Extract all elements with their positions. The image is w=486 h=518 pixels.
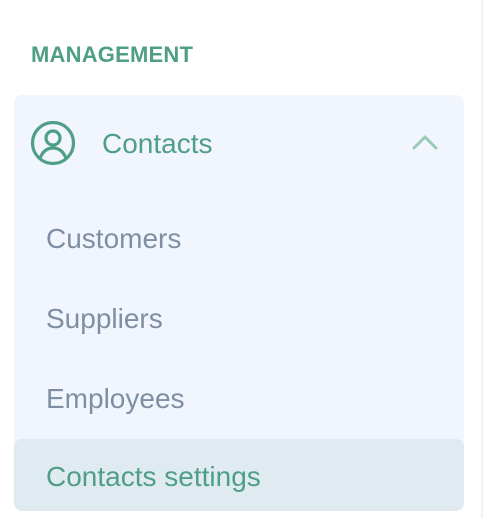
section-heading-management: MANAGEMENT: [31, 42, 194, 67]
sidebar-item-label: Customers: [46, 223, 182, 254]
sidebar-item-contacts-settings[interactable]: Contacts settings: [14, 439, 464, 511]
sidebar-item-employees[interactable]: Employees: [14, 361, 464, 433]
contacts-group-label: Contacts: [102, 128, 213, 159]
sidebar-right-border: [481, 0, 483, 518]
contacts-nav-group: Contacts Customers Suppliers Employees C…: [14, 95, 464, 511]
sidebar-item-label: Employees: [46, 383, 185, 414]
sidebar-item-label: Suppliers: [46, 303, 163, 334]
sidebar-item-customers[interactable]: Customers: [14, 201, 464, 273]
user-circle-icon: [30, 120, 76, 166]
chevron-up-icon[interactable]: [411, 132, 439, 152]
contacts-group-toggle[interactable]: Contacts: [14, 95, 464, 193]
sidebar-item-suppliers[interactable]: Suppliers: [14, 281, 464, 353]
sidebar-item-label: Contacts settings: [46, 461, 261, 492]
